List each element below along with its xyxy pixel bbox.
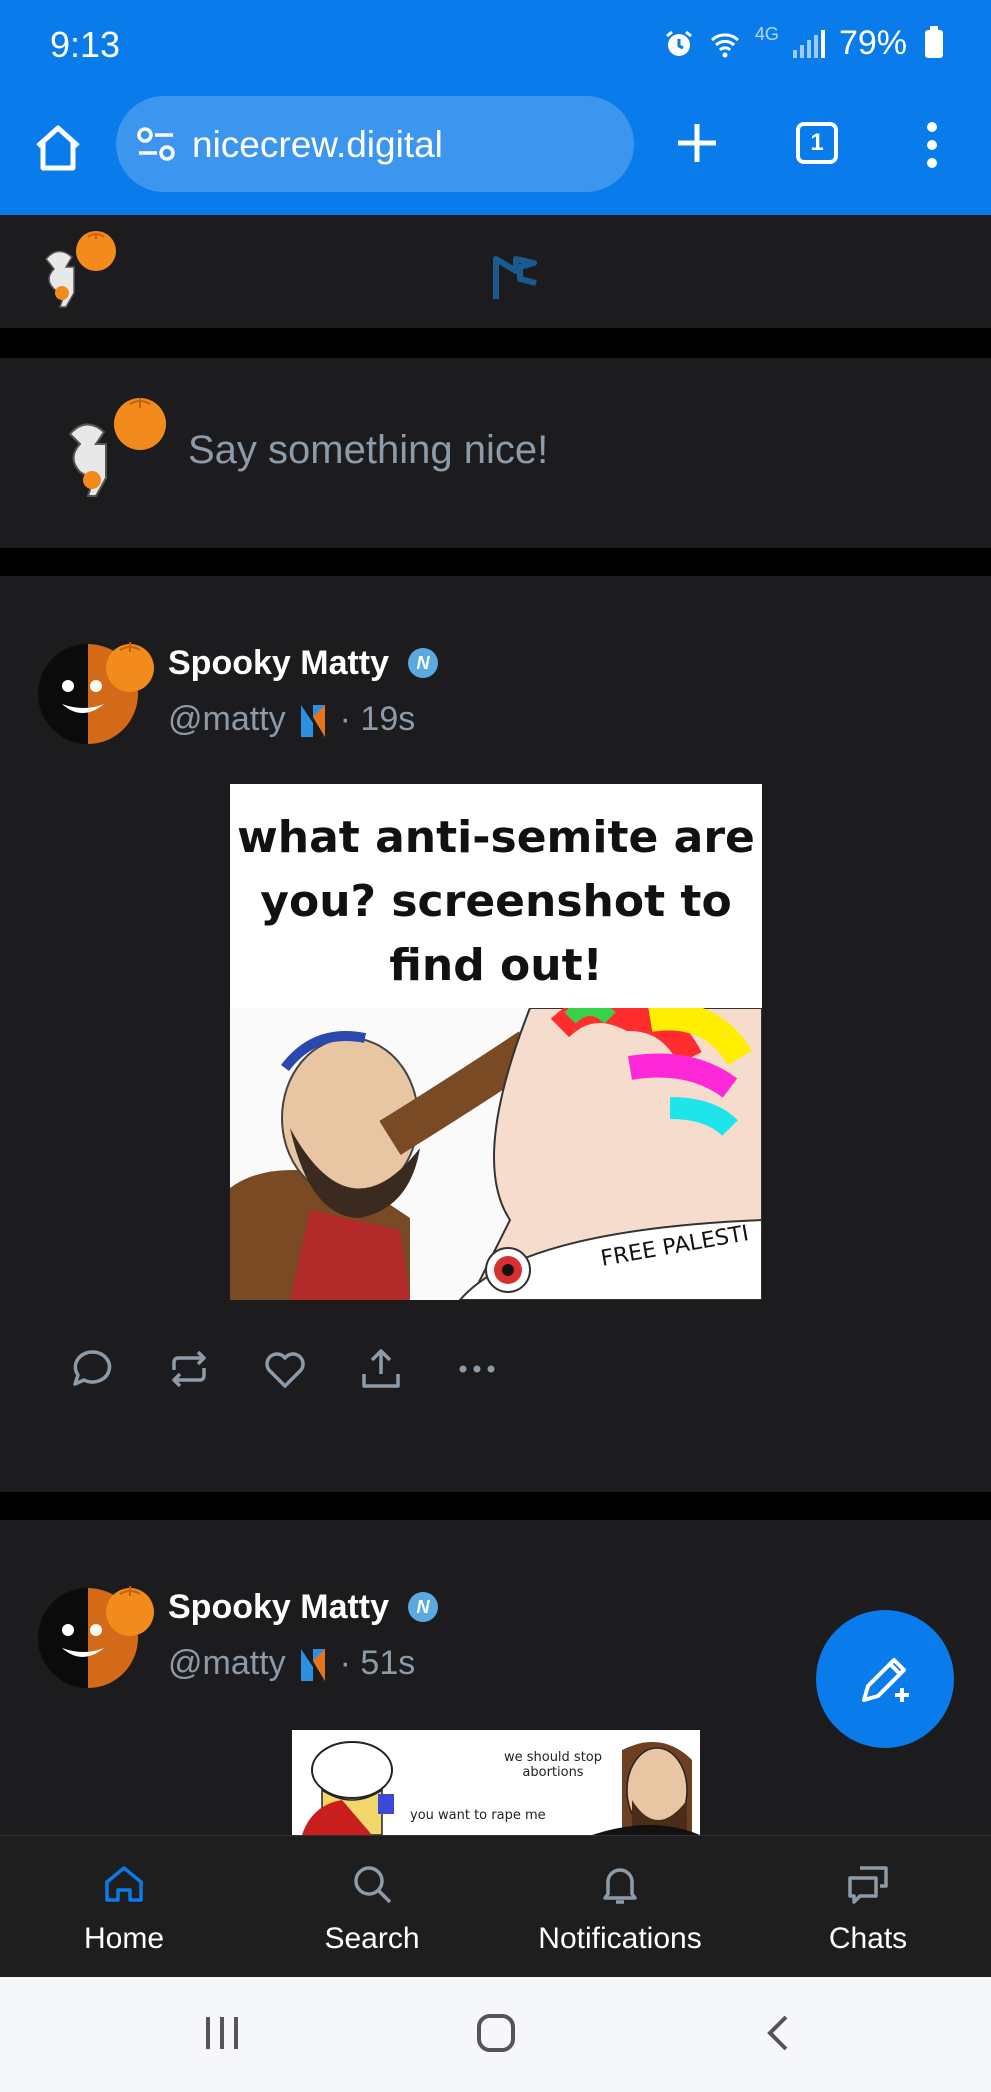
meme-text-right: we should stop abortions bbox=[503, 1750, 603, 1780]
phone-screen: 9:13 4G 79% nicecrew.digital 1 Say somet… bbox=[0, 0, 991, 2092]
meme-caption: what anti-semite are you? screenshot to … bbox=[237, 812, 755, 991]
verified-badge: N bbox=[408, 1592, 438, 1622]
nav-notifications-label: Notifications bbox=[538, 1922, 702, 1955]
more-options-icon[interactable] bbox=[920, 120, 944, 170]
meme-text-left: you want to rape me bbox=[410, 1808, 546, 1823]
author-handle-row: @matty · 51s bbox=[168, 1644, 415, 1683]
more-icon[interactable] bbox=[454, 1346, 500, 1392]
nav-chats[interactable]: Chats bbox=[744, 1836, 991, 1978]
system-navigation-bar bbox=[0, 1977, 991, 2092]
nav-home-label: Home bbox=[83, 1922, 165, 1955]
post-actions bbox=[70, 1346, 500, 1392]
like-icon[interactable] bbox=[262, 1346, 308, 1392]
bottom-navigation: Home Search Notifications Chats bbox=[0, 1835, 991, 1977]
battery-percent: 79% bbox=[838, 24, 907, 62]
nav-home[interactable]: Home bbox=[0, 1836, 248, 1978]
nicecrew-badge-icon bbox=[300, 704, 325, 737]
post-image[interactable]: what anti-semite are you? screenshot to … bbox=[230, 784, 762, 1300]
status-time: 9:13 bbox=[50, 24, 121, 65]
author-avatar[interactable] bbox=[38, 638, 158, 746]
status-icons: 4G 79% bbox=[663, 24, 943, 63]
bell-icon bbox=[603, 1868, 637, 1904]
post-time[interactable]: · 19s bbox=[340, 700, 416, 739]
compose-box[interactable]: Say something nice! bbox=[0, 358, 991, 548]
alarm-icon bbox=[665, 30, 692, 56]
nicecrew-logo[interactable] bbox=[490, 245, 540, 305]
site-settings-icon[interactable] bbox=[136, 126, 176, 162]
author-handle[interactable]: @matty bbox=[168, 700, 286, 739]
post-image[interactable]: we should stop abortions you want to rap… bbox=[292, 1730, 700, 1835]
nav-search[interactable]: Search bbox=[248, 1836, 496, 1978]
recents-icon[interactable] bbox=[200, 2013, 244, 2053]
nav-notifications[interactable]: Notifications bbox=[496, 1836, 744, 1978]
signal-icon bbox=[792, 29, 825, 58]
post-time[interactable]: · 51s bbox=[340, 1644, 416, 1683]
home-icon[interactable] bbox=[30, 120, 86, 176]
author-name[interactable]: Spooky Matty bbox=[168, 644, 389, 683]
back-icon[interactable] bbox=[758, 2013, 798, 2053]
battery-icon bbox=[925, 25, 943, 58]
repost-icon[interactable] bbox=[166, 1346, 212, 1392]
nav-search-label: Search bbox=[324, 1922, 420, 1955]
compose-avatar bbox=[68, 398, 166, 497]
chats-icon bbox=[848, 1866, 888, 1904]
author-handle-row: @matty · 19s bbox=[168, 700, 415, 739]
share-icon[interactable] bbox=[358, 1346, 404, 1392]
reply-icon[interactable] bbox=[70, 1346, 116, 1392]
author-name[interactable]: Spooky Matty bbox=[168, 1588, 389, 1627]
nicecrew-badge-icon bbox=[300, 1648, 325, 1681]
compose-button[interactable] bbox=[816, 1610, 954, 1748]
network-label: 4G bbox=[754, 24, 779, 44]
compose-placeholder: Say something nice! bbox=[188, 428, 549, 472]
address-bar[interactable]: nicecrew.digital bbox=[116, 96, 634, 192]
new-tab-icon[interactable] bbox=[672, 118, 722, 168]
post-card[interactable]: Spooky Matty N @matty · 19s what anti-se… bbox=[0, 576, 991, 1492]
author-handle[interactable]: @matty bbox=[168, 1644, 286, 1683]
author-avatar[interactable] bbox=[38, 1582, 158, 1690]
home-icon bbox=[105, 1866, 143, 1902]
app-header bbox=[0, 215, 991, 328]
status-bar: 9:13 4G 79% bbox=[0, 0, 991, 90]
pencil-plus-icon bbox=[862, 1658, 909, 1702]
verified-badge: N bbox=[408, 648, 438, 678]
browser-toolbar: nicecrew.digital 1 bbox=[0, 90, 991, 215]
system-home-icon[interactable] bbox=[476, 2013, 516, 2053]
user-avatar[interactable] bbox=[36, 229, 120, 313]
tab-switcher-button[interactable]: 1 bbox=[796, 122, 838, 164]
wifi-icon bbox=[710, 32, 739, 57]
url-text: nicecrew.digital bbox=[192, 124, 443, 165]
nav-chats-label: Chats bbox=[828, 1922, 908, 1955]
search-icon bbox=[354, 1866, 392, 1904]
